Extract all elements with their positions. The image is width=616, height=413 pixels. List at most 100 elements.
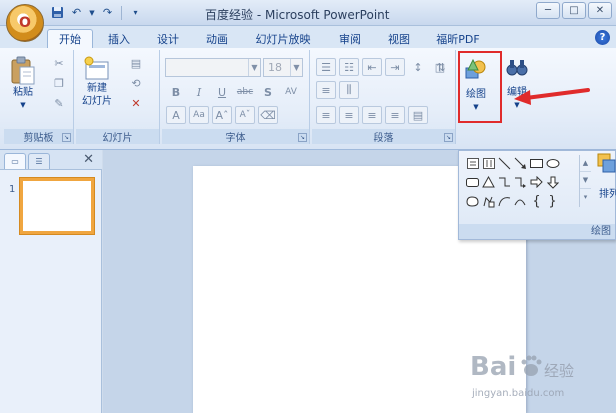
underline-icon[interactable]: U [212, 83, 232, 101]
rounded-rect-icon[interactable] [465, 174, 480, 190]
clear-formatting-icon[interactable]: ⌫ [258, 106, 278, 124]
oval-icon[interactable] [545, 155, 560, 171]
char-spacing-icon[interactable]: AV [281, 83, 301, 101]
paragraph-group-label: 段落 [312, 129, 455, 144]
text-box-icon[interactable] [465, 155, 480, 171]
tab-insert[interactable]: 插入 [99, 29, 139, 48]
qat-separator [121, 5, 122, 20]
font-name-combo[interactable]: ▼ [165, 58, 261, 77]
font-size-combo[interactable]: 18 ▼ [263, 58, 303, 77]
increase-indent-icon[interactable]: ⇥ [385, 58, 405, 76]
title-bar: ↶ ▼ ↷ ▾ 百度经验 - Microsoft PowerPoint ─ □ … [0, 0, 616, 26]
ribbon-tabs: 开始 插入 设计 动画 幻灯片放映 审阅 视图 福昕PDF ? [0, 26, 616, 48]
slide-number: 1 [9, 184, 16, 195]
right-brace-icon[interactable]: } [545, 193, 560, 209]
delete-slide-icon[interactable]: ✕ [126, 94, 146, 112]
ribbon: 粘贴 ▼ ✂ ❐ ✎ 剪贴板 ↘ 新建 幻灯片 ▤ ⟲ ✕ 幻灯片 ▼ 18 ▼… [0, 48, 616, 150]
gallery-scrollbar[interactable]: ▲ ▼ ▾ [579, 155, 591, 207]
down-arrow-icon[interactable] [545, 174, 560, 190]
distribute-icon[interactable]: ▤ [408, 106, 428, 124]
flowchart-icon[interactable] [465, 193, 480, 209]
minimize-button[interactable]: ─ [536, 2, 560, 19]
left-brace-icon[interactable]: { [529, 193, 544, 209]
restore-button[interactable]: □ [562, 2, 586, 19]
save-icon[interactable] [50, 5, 65, 20]
rectangle-icon[interactable] [529, 155, 544, 171]
tab-design[interactable]: 设计 [148, 29, 188, 48]
align-row-2: ≡ ≡ ≡ ≡ ▤ [316, 106, 428, 124]
slide-thumbnail[interactable] [20, 178, 94, 234]
bold-icon[interactable]: B [166, 83, 186, 101]
new-slide-label-2: 幻灯片 [82, 96, 112, 107]
align-text-icon[interactable]: ≡ [316, 81, 336, 99]
customize-qat-icon[interactable]: ▾ [128, 5, 143, 20]
shapes-gallery: { } ▲ ▼ ▾ 排列 绘图 [458, 150, 616, 240]
line-spacing-icon[interactable]: ↕ [408, 58, 428, 76]
new-slide-button[interactable]: 新建 幻灯片 [82, 56, 112, 108]
close-button[interactable]: ✕ [588, 2, 612, 19]
gallery-scroll-up-icon[interactable]: ▲ [580, 155, 591, 172]
cut-icon[interactable]: ✂ [49, 54, 69, 72]
strikethrough-icon[interactable]: abc [235, 83, 255, 101]
tab-home[interactable]: 开始 [47, 29, 93, 48]
slides-tab-icon[interactable]: ▭ [4, 153, 26, 169]
text-effects-icon[interactable]: A [166, 106, 186, 124]
tab-animations[interactable]: 动画 [197, 29, 237, 48]
decrease-indent-icon[interactable]: ⇤ [362, 58, 382, 76]
tab-foxit-pdf[interactable]: 福昕PDF [428, 29, 488, 48]
baidu-watermark: Bai 经验 jingyan.baidu.com [470, 348, 610, 408]
new-slide-label-1: 新建 [87, 83, 107, 94]
shadow-icon[interactable]: S [258, 83, 278, 101]
copy-icon[interactable]: ❐ [49, 74, 69, 92]
help-icon[interactable]: ? [595, 30, 610, 45]
arc-icon[interactable] [497, 193, 512, 209]
align-right-icon[interactable]: ≡ [362, 106, 382, 124]
vertical-text-box-icon[interactable] [481, 155, 496, 171]
reset-icon[interactable]: ⟲ [126, 74, 146, 92]
change-case-icon[interactable]: Aa [189, 106, 209, 124]
tab-view[interactable]: 视图 [379, 29, 419, 48]
undo-dropdown-icon[interactable]: ▼ [88, 5, 96, 20]
paste-dropdown-icon[interactable]: ▼ [20, 99, 25, 112]
columns-icon[interactable]: ⫼ [339, 81, 359, 99]
gallery-scroll-down-icon[interactable]: ▼ [580, 172, 591, 189]
italic-icon[interactable]: I [189, 83, 209, 101]
line-icon[interactable] [497, 155, 512, 171]
elbow-arrow-icon[interactable] [513, 174, 528, 190]
office-button[interactable]: O [6, 4, 44, 42]
grow-font-icon[interactable]: Aˆ [212, 106, 232, 124]
right-arrow-icon[interactable] [529, 174, 544, 190]
tab-slideshow[interactable]: 幻灯片放映 [250, 29, 316, 48]
font-format-row: B I U abc S AV [166, 83, 301, 101]
shrink-font-icon[interactable]: Aˇ [235, 106, 255, 124]
layout-icon[interactable]: ▤ [126, 54, 146, 72]
clipboard-launcher-icon[interactable]: ↘ [62, 133, 71, 142]
paw-icon [521, 355, 542, 376]
arrow-line-icon[interactable] [513, 155, 528, 171]
outline-tab-icon[interactable]: ☰ [28, 153, 50, 169]
slides-group-label: 幻灯片 [76, 129, 159, 144]
undo-icon[interactable]: ↶ [69, 5, 84, 20]
redo-icon[interactable]: ↷ [100, 5, 115, 20]
align-center-icon[interactable]: ≡ [339, 106, 359, 124]
gallery-more-icon[interactable]: ▾ [580, 189, 591, 206]
tab-review[interactable]: 审阅 [330, 29, 370, 48]
clipboard-group: 粘贴 ▼ ✂ ❐ ✎ 剪贴板 ↘ [4, 50, 74, 144]
freeform-icon[interactable] [481, 193, 496, 209]
triangle-icon[interactable] [481, 174, 496, 190]
elbow-connector-icon[interactable] [497, 174, 512, 190]
align-left-icon[interactable]: ≡ [316, 106, 336, 124]
font-name-dropdown-icon[interactable]: ▼ [248, 59, 260, 76]
panel-close-icon[interactable]: ✕ [83, 152, 94, 167]
smartart-icon[interactable]: ◫ [430, 58, 450, 76]
font-launcher-icon[interactable]: ↘ [298, 133, 307, 142]
paste-button[interactable]: 粘贴 ▼ [10, 56, 36, 112]
justify-icon[interactable]: ≡ [385, 106, 405, 124]
numbering-icon[interactable]: ☷ [339, 58, 359, 76]
arrange-button[interactable]: 排列 [597, 153, 616, 211]
format-painter-icon[interactable]: ✎ [49, 94, 69, 112]
paragraph-launcher-icon[interactable]: ↘ [444, 133, 453, 142]
curve-icon[interactable] [513, 193, 528, 209]
font-size-dropdown-icon[interactable]: ▼ [290, 59, 302, 76]
bullets-icon[interactable]: ☰ [316, 58, 336, 76]
